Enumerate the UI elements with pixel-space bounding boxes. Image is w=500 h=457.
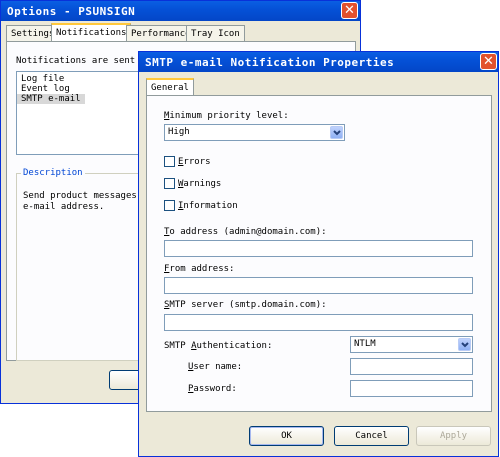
smtp-properties-dialog: SMTP e-mail Notification Properties ✕ Ge… <box>138 51 499 457</box>
cancel-button[interactable]: Cancel <box>334 426 409 446</box>
options-close-button[interactable]: ✕ <box>341 2 358 19</box>
list-item[interactable]: Log file <box>17 74 155 84</box>
chevron-down-icon[interactable] <box>458 338 471 351</box>
description-group: Description Send product messages (em e-… <box>16 168 158 361</box>
list-item-selected[interactable]: SMTP e-mail <box>17 94 85 104</box>
dialog-close-button[interactable]: ✕ <box>480 53 497 70</box>
dialog-title: SMTP e-mail Notification Properties <box>145 56 395 69</box>
min-priority-value: High <box>168 127 190 137</box>
information-label: Information <box>178 201 238 211</box>
options-window-title: Options - PSUNSIGN <box>7 5 136 18</box>
warnings-label: Warnings <box>178 179 222 189</box>
apply-button[interactable]: Apply <box>416 426 491 446</box>
to-address-label: To address (admin@domain.com): <box>164 227 327 237</box>
information-checkbox[interactable] <box>164 200 175 211</box>
password-field[interactable] <box>350 380 473 397</box>
username-label: User name: <box>188 362 243 372</box>
smtp-auth-label: SMTP Authentication: <box>164 341 273 351</box>
tab-general[interactable]: General <box>146 78 194 96</box>
smtp-server-field[interactable] <box>164 314 473 331</box>
tab-notifications[interactable]: Notifications <box>51 23 132 41</box>
options-titlebar[interactable]: Options - PSUNSIGN ✕ <box>1 1 360 21</box>
smtp-server-label: SMTP server (smtp.domain.com): <box>164 300 327 310</box>
from-address-field[interactable] <box>164 277 473 294</box>
warnings-checkbox[interactable] <box>164 178 175 189</box>
dialog-titlebar[interactable]: SMTP e-mail Notification Properties ✕ <box>139 52 498 72</box>
password-label: Password: <box>188 384 237 394</box>
smtp-auth-value: NTLM <box>354 339 376 349</box>
description-text-line2: e-mail address. <box>23 202 105 212</box>
errors-checkbox[interactable] <box>164 156 175 167</box>
notifications-list-label: Notifications are sent to <box>16 56 152 66</box>
smtp-auth-select[interactable]: NTLM <box>350 336 473 353</box>
min-priority-label: Minimum priority level: <box>164 111 289 121</box>
username-field[interactable] <box>350 358 473 375</box>
notifications-list[interactable]: Log file Event log SMTP e-mail <box>16 71 156 155</box>
chevron-down-icon[interactable] <box>330 126 343 139</box>
ok-button[interactable]: OK <box>249 426 324 446</box>
to-address-field[interactable] <box>164 240 473 257</box>
tab-tray-icon[interactable]: Tray Icon <box>186 25 245 41</box>
from-address-label: From address: <box>164 264 235 274</box>
description-title: Description <box>21 168 85 178</box>
list-item[interactable]: Event log <box>17 84 155 94</box>
errors-label: Errors <box>178 157 211 167</box>
min-priority-select[interactable]: High <box>164 124 345 141</box>
general-panel: Minimum priority level: High Errors Warn… <box>146 95 492 412</box>
